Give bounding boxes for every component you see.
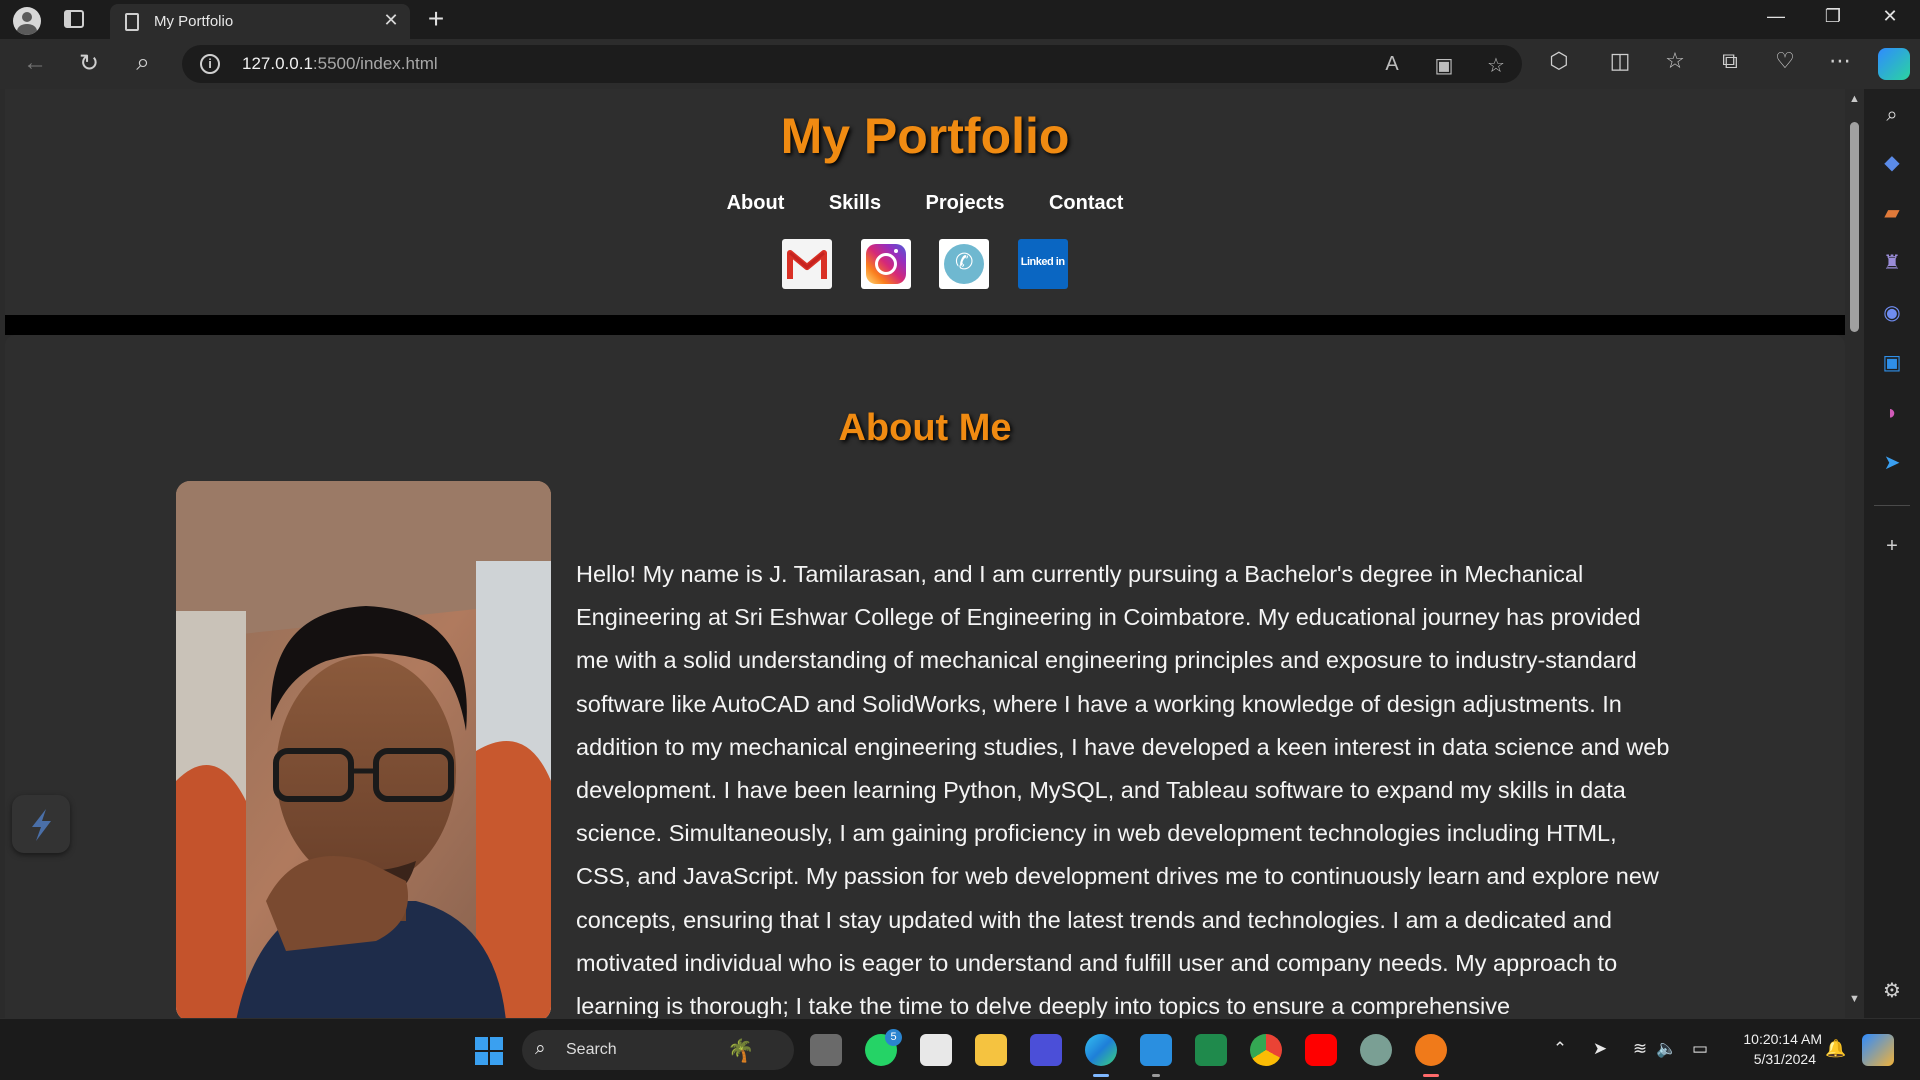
- copilot-icon[interactable]: [1878, 48, 1910, 80]
- tab-close-icon[interactable]: ✕: [380, 10, 402, 31]
- vscode-icon[interactable]: [1140, 1034, 1172, 1066]
- show-hidden-icons-icon[interactable]: ⌃: [1548, 1039, 1572, 1059]
- sidebar-outlook-icon[interactable]: ▣: [1878, 349, 1906, 377]
- nav-link-contact[interactable]: Contact: [1049, 192, 1123, 215]
- edge-active-indicator: [1093, 1074, 1109, 1077]
- copilot-taskbar-icon[interactable]: [1862, 1034, 1894, 1066]
- nav-link-about[interactable]: About: [727, 192, 785, 215]
- favorite-star-icon[interactable]: ☆: [1482, 53, 1510, 78]
- nav-link-projects[interactable]: Projects: [926, 192, 1005, 215]
- gmail-logo: [787, 250, 828, 279]
- sidebar-search-icon[interactable]: ⌕: [1878, 101, 1906, 129]
- taskbar-search-label: Search: [566, 1041, 617, 1058]
- sidebar-shopping-icon[interactable]: ◆: [1878, 149, 1906, 177]
- linkedin-logo-text: Linked in: [1020, 256, 1065, 268]
- favorites-icon[interactable]: ☆: [1660, 48, 1690, 74]
- back-icon[interactable]: ←: [20, 49, 50, 77]
- youtube-icon[interactable]: [1305, 1034, 1337, 1066]
- volume-icon[interactable]: 🔈: [1655, 1039, 1679, 1059]
- immersive-reader-icon[interactable]: ▣: [1430, 53, 1458, 78]
- sidebar-send-icon[interactable]: ➤: [1878, 449, 1906, 477]
- floating-extension-button[interactable]: [12, 795, 70, 853]
- tab-title: My Portfolio: [154, 13, 234, 30]
- lightning-icon: [32, 809, 51, 841]
- edge-icon[interactable]: [1085, 1034, 1117, 1066]
- taskbar-search-icon: ⌕: [535, 1038, 546, 1059]
- clock-date[interactable]: 5/31/2024: [1720, 1051, 1816, 1067]
- site-nav: About Skills Projects Contact: [5, 192, 1845, 215]
- new-tab-button[interactable]: +: [422, 3, 450, 35]
- url-host: 127.0.0.1: [242, 54, 313, 73]
- sidebar-divider: [1874, 505, 1910, 506]
- gmail-icon[interactable]: [782, 239, 833, 289]
- profile-photo: [176, 481, 551, 1018]
- address-url[interactable]: 127.0.0.1:5500/index.html: [242, 54, 438, 74]
- browser-essentials-icon[interactable]: ♡: [1770, 48, 1800, 74]
- scroll-up-icon[interactable]: ▲: [1849, 93, 1860, 105]
- sidebar-settings-icon[interactable]: ⚙: [1878, 977, 1906, 1005]
- nav-link-skills[interactable]: Skills: [829, 192, 881, 215]
- page-scrollbar[interactable]: ▲ ▼: [1845, 89, 1864, 1018]
- search-highlight-icon: 🌴: [727, 1038, 755, 1063]
- minimize-icon[interactable]: —: [1756, 6, 1796, 27]
- task-view-icon[interactable]: [810, 1034, 842, 1066]
- linkedin-icon[interactable]: Linked in: [1017, 239, 1068, 289]
- about-heading: About Me: [838, 407, 1012, 449]
- split-screen-icon[interactable]: ◫: [1605, 48, 1635, 74]
- notifications-icon[interactable]: 🔔: [1824, 1039, 1848, 1059]
- sidebar-copilot-icon[interactable]: ◉: [1878, 299, 1906, 327]
- clock-time[interactable]: 10:20:14 AM: [1720, 1031, 1822, 1047]
- location-icon[interactable]: ➤: [1588, 1039, 1612, 1059]
- address-bar[interactable]: i 127.0.0.1:5500/index.html A ▣ ☆: [182, 45, 1522, 83]
- window-close-icon[interactable]: ✕: [1870, 6, 1910, 27]
- profile-photo-image: [176, 481, 551, 1018]
- page-title: My Portfolio: [780, 108, 1070, 164]
- browser-sidebar: ⌕ ◆ ▰ ♜ ◉ ▣ ◗ ➤ + ⚙: [1864, 89, 1920, 1018]
- tab-actions-icon[interactable]: [64, 10, 84, 28]
- scroll-down-icon[interactable]: ▼: [1849, 993, 1860, 1005]
- url-path: :5500/index.html: [312, 54, 438, 73]
- search-icon[interactable]: ⌕: [128, 49, 158, 77]
- orange-app-icon[interactable]: [1415, 1034, 1447, 1066]
- site-header: My Portfolio About Skills Projects Conta…: [5, 89, 1845, 315]
- section-divider: [5, 315, 1845, 335]
- scroll-thumb[interactable]: [1850, 122, 1859, 332]
- windows-start-icon[interactable]: [475, 1037, 503, 1065]
- social-links: ✆ Linked in: [5, 239, 1845, 289]
- microsoft-store-icon[interactable]: [920, 1034, 952, 1066]
- restore-icon[interactable]: ❐: [1813, 6, 1853, 27]
- whatsapp-badge: 5: [885, 1029, 902, 1046]
- chrome-icon[interactable]: [1250, 1034, 1282, 1066]
- battery-icon[interactable]: ▭: [1688, 1039, 1712, 1059]
- file-explorer-icon[interactable]: [975, 1034, 1007, 1066]
- page-document-icon: [125, 13, 139, 31]
- page-viewport: My Portfolio About Skills Projects Conta…: [0, 89, 1864, 1018]
- vscode-running-indicator: [1152, 1074, 1160, 1077]
- phone-icon[interactable]: ✆: [939, 239, 990, 289]
- about-body-text: Hello! My name is J. Tamilarasan, and I …: [576, 561, 1670, 1018]
- read-aloud-icon[interactable]: A: [1378, 53, 1406, 76]
- chatgpt-icon[interactable]: [1360, 1034, 1392, 1066]
- site-info-icon[interactable]: i: [200, 54, 220, 74]
- refresh-icon[interactable]: ↻: [74, 49, 104, 78]
- taskbar-search[interactable]: ⌕ Search 🌴: [522, 1030, 794, 1070]
- browser-tab-bar: My Portfolio ✕ + — ❐ ✕: [0, 0, 1920, 39]
- sheets-app-icon[interactable]: [1195, 1034, 1227, 1066]
- profile-avatar-icon[interactable]: [13, 7, 41, 35]
- wifi-icon[interactable]: ≋: [1628, 1039, 1652, 1059]
- instagram-icon[interactable]: [860, 239, 911, 289]
- dev-app-icon[interactable]: [1030, 1034, 1062, 1066]
- browser-tab-active[interactable]: My Portfolio ✕: [110, 4, 410, 39]
- sidebar-games-icon[interactable]: ♜: [1878, 249, 1906, 277]
- collections-icon[interactable]: ⧉: [1715, 48, 1745, 74]
- about-section: About Me Hello! My name is J. Tamilarasa…: [5, 335, 1845, 1018]
- orange-app-indicator: [1423, 1074, 1439, 1077]
- sidebar-designer-icon[interactable]: ◗: [1878, 399, 1906, 427]
- windows-taskbar: ⌕ Search 🌴 5 ⌃ ➤ ≋ 🔈 ▭ 10:20:14 AM 5/31/…: [0, 1018, 1920, 1080]
- sidebar-tools-icon[interactable]: ▰: [1878, 199, 1906, 227]
- extensions-icon[interactable]: ⬡: [1544, 48, 1574, 74]
- more-menu-icon[interactable]: ⋯: [1825, 48, 1855, 74]
- sidebar-add-icon[interactable]: +: [1878, 532, 1906, 560]
- browser-toolbar: ← ↻ ⌕ i 127.0.0.1:5500/index.html A ▣ ☆ …: [0, 39, 1920, 89]
